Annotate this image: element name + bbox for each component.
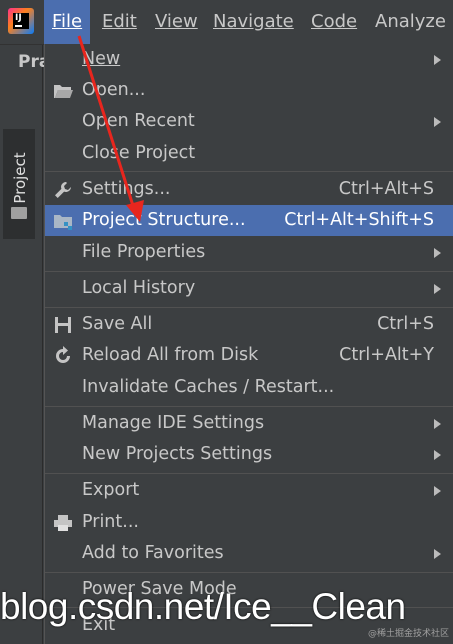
submenu-arrow-icon [434, 117, 441, 127]
submenu-arrow-icon [434, 248, 441, 258]
watermark-small-text: @稀土掘金技术社区 [367, 629, 449, 639]
menu-bar: IJ File Edit View Navigate Code Analyze [0, 0, 453, 45]
menu-item-local-history[interactable]: Local History [45, 273, 453, 304]
project-structure-icon [54, 215, 72, 230]
menu-item-print[interactable]: Print... [45, 507, 453, 538]
submenu-arrow-icon [434, 486, 441, 496]
menu-separator [45, 572, 453, 573]
shortcut-text: Ctrl+Alt+Y [339, 345, 434, 365]
menu-item-open-recent[interactable]: Open Recent [45, 106, 453, 137]
shortcut-text: Ctrl+Alt+Shift+S [284, 210, 434, 230]
menu-item-add-to-favorites[interactable]: Add to Favorites [45, 538, 453, 569]
submenu-arrow-icon [434, 549, 441, 559]
save-icon [55, 317, 71, 333]
menu-item-close-project[interactable]: Close Project [45, 138, 453, 169]
menu-navigate[interactable]: Navigate [205, 0, 302, 44]
menu-item-open[interactable]: Open... [45, 75, 453, 106]
menu-item-project-structure[interactable]: Project Structure... Ctrl+Alt+Shift+S [45, 205, 453, 236]
menu-file[interactable]: File [44, 0, 91, 44]
file-menu-dropdown: New Open... Open Recent Close Project Se… [44, 44, 453, 644]
left-tool-strip: Project [0, 45, 43, 644]
menu-item-invalidate-caches[interactable]: Invalidate Caches / Restart... [45, 372, 453, 403]
watermark-text: blog.csdn.net/Ice__Clean [0, 586, 406, 627]
submenu-arrow-icon [434, 55, 441, 65]
menu-separator [45, 271, 453, 272]
intellij-logo-icon: IJ [8, 8, 34, 34]
menu-item-save-all[interactable]: Save All Ctrl+S [45, 309, 453, 340]
reload-icon [56, 346, 70, 363]
menu-separator [45, 307, 453, 308]
menu-edit[interactable]: Edit [94, 0, 145, 44]
menu-separator [45, 406, 453, 407]
wrench-icon [55, 182, 71, 198]
menu-item-new[interactable]: New [45, 44, 453, 75]
menu-separator [45, 473, 453, 474]
menu-separator [45, 171, 453, 172]
menu-view[interactable]: View [147, 0, 206, 44]
menu-item-export[interactable]: Export [45, 475, 453, 506]
shortcut-text: Ctrl+S [377, 314, 434, 334]
logo-text: IJ [15, 13, 22, 23]
print-icon [54, 515, 72, 531]
menu-item-reload-all[interactable]: Reload All from Disk Ctrl+Alt+Y [45, 340, 453, 371]
menu-item-settings[interactable]: Settings... Ctrl+Alt+S [45, 174, 453, 205]
submenu-arrow-icon [434, 450, 441, 460]
folder-icon [11, 207, 27, 219]
shortcut-text: Ctrl+Alt+S [338, 179, 434, 199]
menu-code[interactable]: Code [303, 0, 365, 44]
submenu-arrow-icon [434, 284, 441, 294]
project-tool-tab[interactable]: Project [3, 129, 35, 239]
menu-item-file-properties[interactable]: File Properties [45, 237, 453, 268]
menu-item-manage-ide-settings[interactable]: Manage IDE Settings [45, 408, 453, 439]
menu-analyze[interactable]: Analyze [367, 0, 453, 44]
folder-open-icon [54, 85, 73, 98]
submenu-arrow-icon [434, 419, 441, 429]
menu-item-new-projects-settings[interactable]: New Projects Settings [45, 439, 453, 470]
